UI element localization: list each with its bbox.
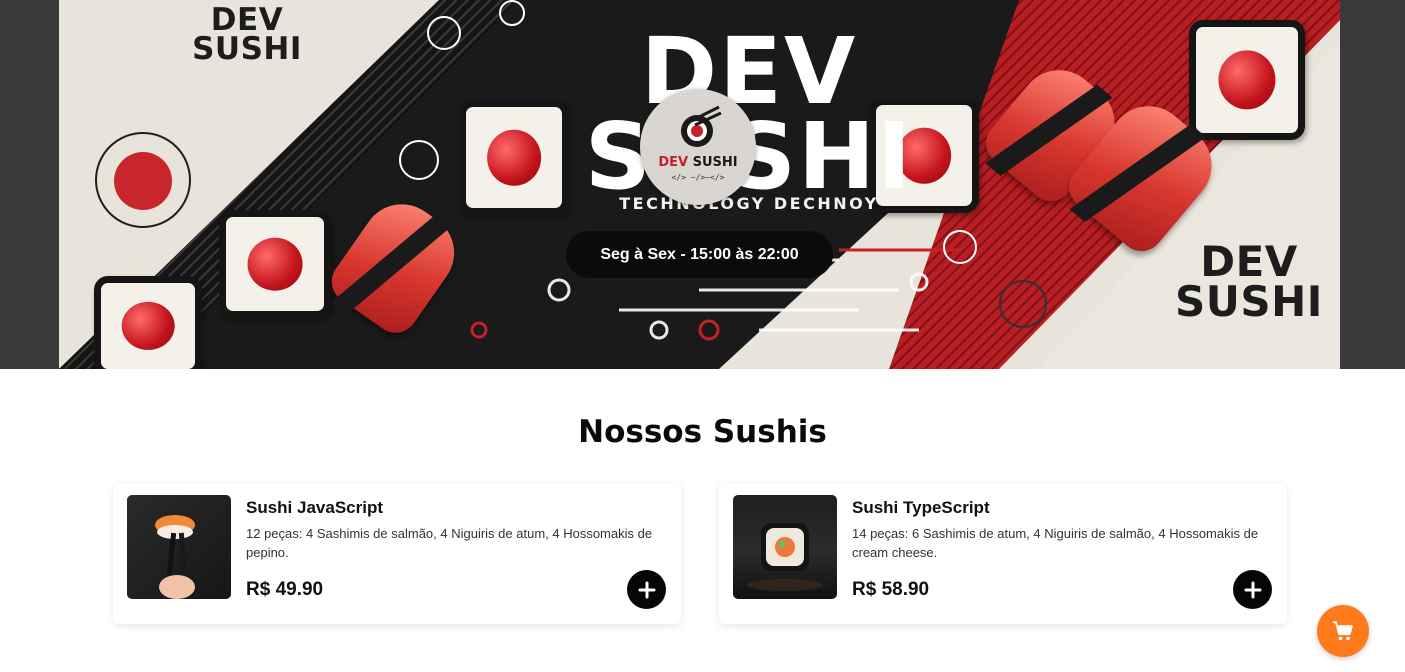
logo: DEV SUSHI </> ~/>~</> xyxy=(640,89,756,205)
decorative-ring xyxy=(399,140,439,180)
cart-button[interactable] xyxy=(1317,605,1369,657)
decorative-ring xyxy=(999,280,1047,328)
opening-hours-badge: Seg à Sex - 15:00 às 22:00 xyxy=(566,231,833,278)
logo-tagline: </> ~/>~</> xyxy=(671,173,725,182)
logo-wordmark: DEV SUSHI xyxy=(640,155,756,170)
hero-banner: DEV SUSHI DEV SUSHI DEV SUSHI TECHNOLOGY… xyxy=(0,0,1405,369)
sushi-chopsticks-photo-icon xyxy=(155,515,195,599)
sushi-roll-art xyxy=(219,210,331,318)
sushi-roll-art xyxy=(459,100,569,215)
hero-brand-top-left: DEV SUSHI xyxy=(192,2,302,68)
hero-brand-bottom-right: DEV SUSHI xyxy=(1175,237,1323,326)
logo-word-dev: DEV xyxy=(658,155,689,170)
chopsticks-sushi-icon xyxy=(681,105,722,147)
product-description: 12 peças: 4 Sashimis de salmão, 4 Niguir… xyxy=(246,526,653,560)
menu-section-title: Nossos Sushis xyxy=(578,414,827,450)
decorative-ring xyxy=(427,16,461,50)
product-image xyxy=(127,495,231,599)
product-description: 14 peças: 6 Sashimis de atum, 4 Niguiris… xyxy=(852,526,1259,560)
product-price: R$ 58.90 xyxy=(852,579,930,600)
cart-icon xyxy=(1333,621,1353,641)
logo-word-sushi: SUSHI xyxy=(692,155,738,170)
product-image xyxy=(733,495,837,599)
product-price: R$ 49.90 xyxy=(246,579,324,600)
product-card: Sushi TypeScript 14 peças: 6 Sashimis de… xyxy=(719,484,1287,624)
sushi-roll-art xyxy=(94,276,202,369)
decorative-ring xyxy=(943,230,977,264)
sushi-roll-art xyxy=(1189,20,1305,140)
hero-image: DEV SUSHI DEV SUSHI DEV SUSHI TECHNOLOGY… xyxy=(59,0,1340,369)
product-name: Sushi TypeScript xyxy=(852,498,990,517)
add-to-cart-button[interactable] xyxy=(627,570,666,609)
product-card: Sushi JavaScript 12 peças: 4 Sashimis de… xyxy=(113,484,681,624)
plus-icon xyxy=(1244,581,1261,598)
add-to-cart-button[interactable] xyxy=(1233,570,1272,609)
product-name: Sushi JavaScript xyxy=(246,498,384,517)
sushi-roll-photo-icon xyxy=(747,523,823,591)
hero-brand-subtitle: TECHNOLOGY DECHNOY xyxy=(619,194,879,213)
decorative-red-dot xyxy=(114,152,172,210)
plus-icon xyxy=(638,581,655,598)
decorative-ring xyxy=(499,0,525,26)
